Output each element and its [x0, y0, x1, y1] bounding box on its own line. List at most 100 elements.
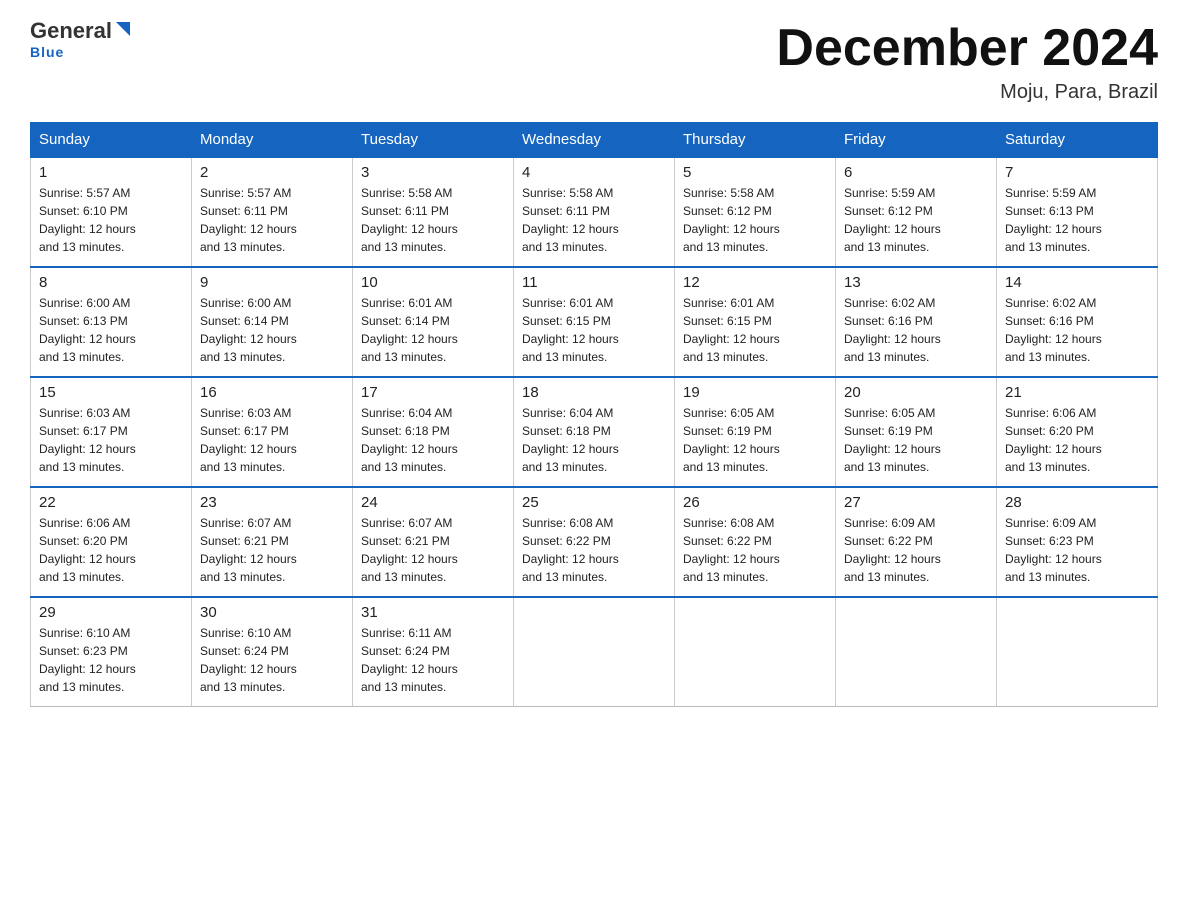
week-row-5: 29 Sunrise: 6:10 AMSunset: 6:23 PMDayligh…: [31, 597, 1158, 707]
calendar-cell: [997, 597, 1158, 707]
logo: General Blue: [30, 20, 134, 60]
day-number: 16: [200, 384, 344, 401]
day-info: Sunrise: 6:05 AMSunset: 6:19 PMDaylight:…: [844, 404, 988, 476]
day-info: Sunrise: 6:01 AMSunset: 6:15 PMDaylight:…: [683, 294, 827, 366]
day-info: Sunrise: 6:10 AMSunset: 6:23 PMDaylight:…: [39, 624, 183, 696]
calendar-cell: 2 Sunrise: 5:57 AMSunset: 6:11 PMDaylight…: [192, 157, 353, 267]
day-info: Sunrise: 6:01 AMSunset: 6:15 PMDaylight:…: [522, 294, 666, 366]
day-info: Sunrise: 6:04 AMSunset: 6:18 PMDaylight:…: [361, 404, 505, 476]
weekday-header-tuesday: Tuesday: [353, 123, 514, 158]
calendar-cell: 7 Sunrise: 5:59 AMSunset: 6:13 PMDaylight…: [997, 157, 1158, 267]
day-info: Sunrise: 6:00 AMSunset: 6:13 PMDaylight:…: [39, 294, 183, 366]
day-number: 18: [522, 384, 666, 401]
day-number: 21: [1005, 384, 1149, 401]
weekday-header-saturday: Saturday: [997, 123, 1158, 158]
calendar-cell: 3 Sunrise: 5:58 AMSunset: 6:11 PMDaylight…: [353, 157, 514, 267]
day-info: Sunrise: 6:02 AMSunset: 6:16 PMDaylight:…: [844, 294, 988, 366]
calendar-cell: 1 Sunrise: 5:57 AMSunset: 6:10 PMDaylight…: [31, 157, 192, 267]
weekday-header-wednesday: Wednesday: [514, 123, 675, 158]
day-number: 13: [844, 274, 988, 291]
day-number: 17: [361, 384, 505, 401]
day-number: 9: [200, 274, 344, 291]
day-info: Sunrise: 5:58 AMSunset: 6:11 PMDaylight:…: [522, 184, 666, 256]
calendar-cell: 17 Sunrise: 6:04 AMSunset: 6:18 PMDayligh…: [353, 377, 514, 487]
day-info: Sunrise: 6:08 AMSunset: 6:22 PMDaylight:…: [522, 514, 666, 586]
day-number: 29: [39, 604, 183, 621]
day-number: 27: [844, 494, 988, 511]
calendar-cell: 26Sunrise: 6:08 AMSunset: 6:22 PMDayligh…: [675, 487, 836, 597]
day-number: 31: [361, 604, 505, 621]
day-number: 25: [522, 494, 666, 511]
day-info: Sunrise: 6:06 AMSunset: 6:20 PMDaylight:…: [39, 514, 183, 586]
weekday-header-row: SundayMondayTuesdayWednesdayThursdayFrid…: [31, 123, 1158, 158]
day-number: 8: [39, 274, 183, 291]
day-number: 1: [39, 164, 183, 181]
calendar-cell: 21 Sunrise: 6:06 AMSunset: 6:20 PMDayligh…: [997, 377, 1158, 487]
day-info: Sunrise: 5:57 AMSunset: 6:10 PMDaylight:…: [39, 184, 183, 256]
calendar-cell: 8 Sunrise: 6:00 AMSunset: 6:13 PMDaylight…: [31, 267, 192, 377]
day-number: 6: [844, 164, 988, 181]
weekday-header-thursday: Thursday: [675, 123, 836, 158]
day-number: 2: [200, 164, 344, 181]
day-number: 4: [522, 164, 666, 181]
day-info: Sunrise: 5:58 AMSunset: 6:11 PMDaylight:…: [361, 184, 505, 256]
day-info: Sunrise: 5:59 AMSunset: 6:13 PMDaylight:…: [1005, 184, 1149, 256]
calendar-cell: 11Sunrise: 6:01 AMSunset: 6:15 PMDayligh…: [514, 267, 675, 377]
day-info: Sunrise: 6:09 AMSunset: 6:23 PMDaylight:…: [1005, 514, 1149, 586]
day-info: Sunrise: 6:05 AMSunset: 6:19 PMDaylight:…: [683, 404, 827, 476]
page-header: General Blue December 2024 Moju, Para, B…: [30, 20, 1158, 104]
day-number: 22: [39, 494, 183, 511]
day-info: Sunrise: 6:11 AMSunset: 6:24 PMDaylight:…: [361, 624, 505, 696]
day-info: Sunrise: 5:59 AMSunset: 6:12 PMDaylight:…: [844, 184, 988, 256]
day-info: Sunrise: 5:58 AMSunset: 6:12 PMDaylight:…: [683, 184, 827, 256]
calendar-cell: 30Sunrise: 6:10 AMSunset: 6:24 PMDayligh…: [192, 597, 353, 707]
day-info: Sunrise: 6:10 AMSunset: 6:24 PMDaylight:…: [200, 624, 344, 696]
calendar-cell: 9Sunrise: 6:00 AMSunset: 6:14 PMDaylight…: [192, 267, 353, 377]
week-row-2: 8 Sunrise: 6:00 AMSunset: 6:13 PMDaylight…: [31, 267, 1158, 377]
calendar-title: December 2024: [776, 20, 1158, 77]
day-number: 15: [39, 384, 183, 401]
logo-text: General: [30, 20, 134, 42]
day-number: 5: [683, 164, 827, 181]
calendar-cell: 27Sunrise: 6:09 AMSunset: 6:22 PMDayligh…: [836, 487, 997, 597]
calendar-cell: 12Sunrise: 6:01 AMSunset: 6:15 PMDayligh…: [675, 267, 836, 377]
calendar-cell: 4 Sunrise: 5:58 AMSunset: 6:11 PMDaylight…: [514, 157, 675, 267]
weekday-header-sunday: Sunday: [31, 123, 192, 158]
day-info: Sunrise: 6:03 AMSunset: 6:17 PMDaylight:…: [39, 404, 183, 476]
calendar-cell: 19Sunrise: 6:05 AMSunset: 6:19 PMDayligh…: [675, 377, 836, 487]
logo-general: General: [30, 20, 112, 42]
day-number: 28: [1005, 494, 1149, 511]
calendar-cell: 20Sunrise: 6:05 AMSunset: 6:19 PMDayligh…: [836, 377, 997, 487]
day-info: Sunrise: 6:01 AMSunset: 6:14 PMDaylight:…: [361, 294, 505, 366]
week-row-1: 1 Sunrise: 5:57 AMSunset: 6:10 PMDaylight…: [31, 157, 1158, 267]
weekday-header-friday: Friday: [836, 123, 997, 158]
calendar-cell: 29 Sunrise: 6:10 AMSunset: 6:23 PMDayligh…: [31, 597, 192, 707]
calendar-cell: 24Sunrise: 6:07 AMSunset: 6:21 PMDayligh…: [353, 487, 514, 597]
day-number: 23: [200, 494, 344, 511]
weekday-header-monday: Monday: [192, 123, 353, 158]
calendar-cell: 6 Sunrise: 5:59 AMSunset: 6:12 PMDaylight…: [836, 157, 997, 267]
calendar-cell: 16 Sunrise: 6:03 AMSunset: 6:17 PMDayligh…: [192, 377, 353, 487]
title-area: December 2024 Moju, Para, Brazil: [776, 20, 1158, 104]
day-number: 24: [361, 494, 505, 511]
day-number: 7: [1005, 164, 1149, 181]
calendar-cell: 25 Sunrise: 6:08 AMSunset: 6:22 PMDayligh…: [514, 487, 675, 597]
calendar-cell: 28 Sunrise: 6:09 AMSunset: 6:23 PMDayligh…: [997, 487, 1158, 597]
day-number: 3: [361, 164, 505, 181]
day-number: 14: [1005, 274, 1149, 291]
calendar-cell: 31 Sunrise: 6:11 AMSunset: 6:24 PMDayligh…: [353, 597, 514, 707]
calendar-cell: [514, 597, 675, 707]
calendar-cell: [836, 597, 997, 707]
day-info: Sunrise: 6:06 AMSunset: 6:20 PMDaylight:…: [1005, 404, 1149, 476]
calendar-table: SundayMondayTuesdayWednesdayThursdayFrid…: [30, 122, 1158, 707]
day-number: 10: [361, 274, 505, 291]
calendar-cell: 14Sunrise: 6:02 AMSunset: 6:16 PMDayligh…: [997, 267, 1158, 377]
logo-triangle-icon: [114, 20, 132, 42]
week-row-3: 15 Sunrise: 6:03 AMSunset: 6:17 PMDayligh…: [31, 377, 1158, 487]
calendar-cell: 13 Sunrise: 6:02 AMSunset: 6:16 PMDayligh…: [836, 267, 997, 377]
day-info: Sunrise: 6:03 AMSunset: 6:17 PMDaylight:…: [200, 404, 344, 476]
day-info: Sunrise: 5:57 AMSunset: 6:11 PMDaylight:…: [200, 184, 344, 256]
calendar-subtitle: Moju, Para, Brazil: [776, 81, 1158, 104]
calendar-cell: 22 Sunrise: 6:06 AMSunset: 6:20 PMDayligh…: [31, 487, 192, 597]
calendar-cell: 15 Sunrise: 6:03 AMSunset: 6:17 PMDayligh…: [31, 377, 192, 487]
